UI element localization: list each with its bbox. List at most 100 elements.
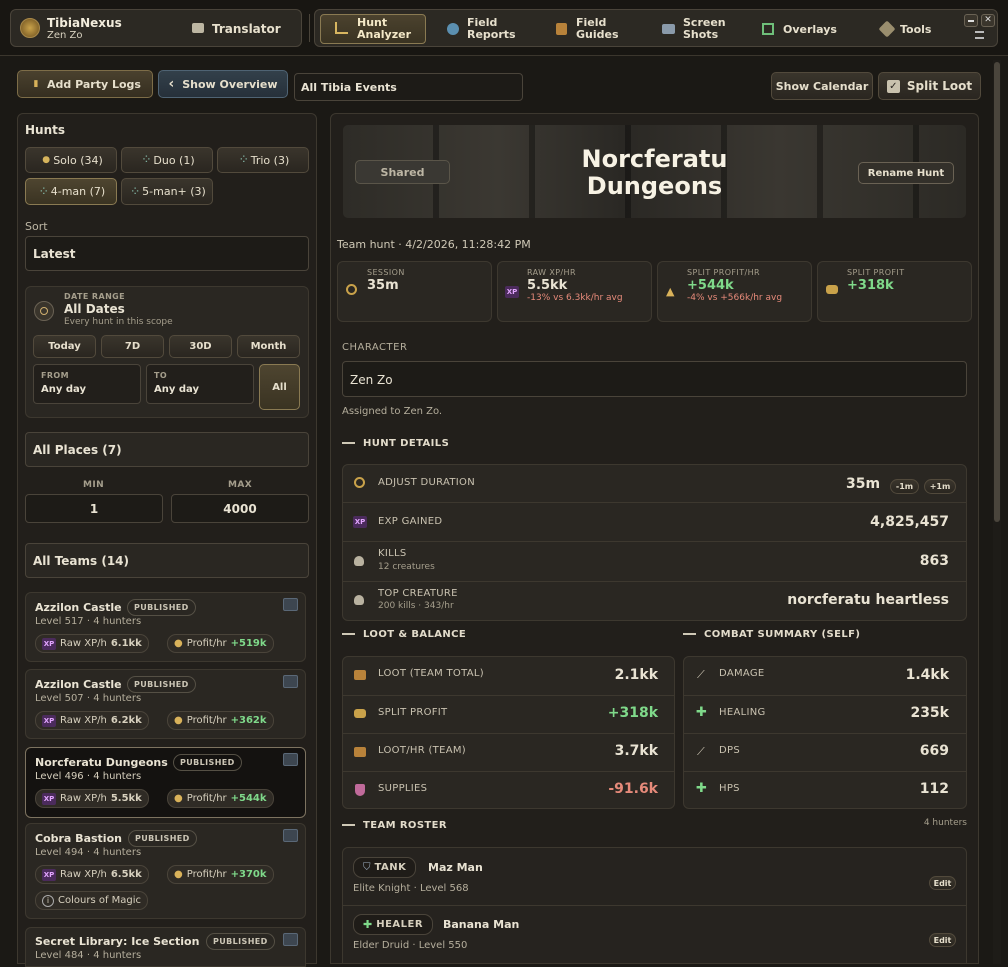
camera-icon[interactable] (283, 753, 298, 766)
tab-screen-shots[interactable]: Screen Shots (683, 17, 726, 41)
role-label: HEALER (376, 919, 424, 930)
from-value: Any day (41, 384, 86, 395)
shared-button[interactable]: Shared (355, 160, 450, 184)
duration-minus-button[interactable]: -1m (890, 479, 919, 494)
quick-7d-button[interactable]: 7D (101, 335, 164, 358)
tab-field-guides[interactable]: Field Guides (576, 17, 619, 41)
filter-duo-label: Duo (1) (153, 153, 195, 167)
date-range-value: All Dates (64, 302, 125, 316)
xp-chip-label: Raw XP/h (60, 869, 107, 880)
split-loot-label: Split Loot (906, 79, 973, 93)
min-label: MIN (83, 480, 105, 490)
show-overview-button[interactable]: ‹ Show Overview (158, 70, 288, 98)
stat-label: SESSION (367, 268, 405, 277)
show-calendar-button[interactable]: Show Calendar (771, 72, 873, 100)
filter-trio[interactable]: ⁘ Trio (3) (217, 147, 309, 173)
max-level-input[interactable]: 4000 (171, 494, 309, 523)
loot-value: 3.7kk (614, 743, 658, 759)
adjust-duration-label: ADJUST DURATION (378, 477, 475, 488)
camera-icon[interactable] (283, 598, 298, 611)
stat-card-session (337, 261, 492, 322)
sword-icon: ⟋ (697, 745, 705, 758)
camera-icon[interactable] (283, 829, 298, 842)
loot-value: +318k (607, 705, 658, 721)
filter-5-man-plus[interactable]: ⁘ 5-man+ (3) (121, 178, 213, 205)
duration-plus-button[interactable]: +1m (924, 479, 956, 494)
checkbox-icon[interactable]: ✓ (886, 79, 900, 93)
xp-chip-label: Raw XP/h (60, 793, 107, 804)
places-value: All Places (7) (33, 443, 122, 457)
coins-icon (354, 709, 366, 718)
split-loot-toggle[interactable]: ✓ Split Loot (878, 72, 981, 100)
xp-chip-label: Raw XP/h (60, 638, 107, 649)
loot-label: SPLIT PROFIT (378, 707, 448, 718)
app-logo-icon (20, 18, 40, 38)
quick-30d-button[interactable]: 30D (169, 335, 232, 358)
close-button[interactable]: ✕ (981, 14, 995, 27)
roster-vocation: Elite Knight · Level 568 (353, 883, 469, 894)
filter-4-man[interactable]: ⁘ 4-man (7) (25, 178, 117, 205)
add-party-logs-button[interactable]: ▮ Add Party Logs (17, 70, 153, 98)
divider (343, 905, 966, 906)
combat-value: 1.4kk (905, 667, 949, 683)
overlays-icon (762, 23, 774, 35)
filter-solo-label: Solo (34) (53, 153, 103, 167)
camera-icon (662, 24, 675, 34)
hunt-level: Level 484 · 4 hunters (35, 950, 142, 961)
info-icon: i (42, 894, 54, 907)
min-level-input[interactable]: 1 (25, 494, 163, 523)
xp-chip: XP Raw XP/h 5.5kk (35, 789, 149, 808)
divider (343, 502, 966, 503)
stat-label: RAW XP/HR (527, 268, 576, 277)
xp-icon: XP (353, 516, 367, 528)
xp-chip-value: 6.2kk (110, 715, 142, 726)
quick-today-button[interactable]: Today (33, 335, 96, 358)
translator-button[interactable]: Translator (212, 22, 281, 36)
filter-trio-label: Trio (3) (250, 153, 290, 167)
kills-value: 863 (919, 553, 949, 569)
rename-hunt-button[interactable]: Rename Hunt (858, 162, 954, 184)
xp-icon: XP (42, 714, 56, 727)
profit-chip: ● Profit/hr +362k (167, 711, 274, 730)
profit-chip-label: Profit/hr (186, 869, 227, 880)
combat-summary-title: COMBAT SUMMARY (SELF) (683, 629, 860, 640)
chart-icon (335, 22, 348, 34)
xp-chip: XP Raw XP/h 6.1kk (35, 634, 149, 653)
profit-chip-label: Profit/hr (186, 715, 227, 726)
loot-label: SUPPLIES (378, 783, 428, 794)
divider (343, 733, 674, 734)
hunts-title: Hunts (25, 123, 66, 137)
profit-chip-label: Profit/hr (186, 638, 227, 649)
xp-icon: XP (42, 868, 56, 881)
filter-duo[interactable]: ⁘ Duo (1) (121, 147, 213, 173)
edit-button[interactable]: Edit (929, 876, 956, 890)
assigned-note: Assigned to Zen Zo. (342, 406, 443, 417)
roster-vocation: Elder Druid · Level 550 (353, 940, 468, 951)
clock-icon (354, 477, 365, 488)
tab-tools[interactable]: Tools (900, 23, 931, 36)
clock-icon (34, 301, 54, 321)
filter-solo[interactable]: ● Solo (34) (25, 147, 117, 173)
tab-field-reports[interactable]: Field Reports (467, 17, 516, 41)
status-badge: PUBLISHED (127, 676, 196, 693)
combat-label: DAMAGE (719, 668, 765, 679)
roster-name: Banana Man (443, 918, 520, 931)
camera-icon[interactable] (283, 675, 298, 688)
top-creature-label: TOP CREATURE (378, 588, 458, 599)
minimize-button[interactable] (964, 14, 978, 27)
scrollbar-thumb[interactable] (994, 62, 1000, 522)
event-tag-chip: i Colours of Magic (35, 891, 149, 910)
menu-icon[interactable] (975, 31, 984, 39)
top-creature-sub: 200 kills · 343/hr (378, 601, 454, 611)
group-icon: ⁘ (239, 155, 248, 165)
xp-chip-value: 6.5kk (110, 869, 142, 880)
profit-chip-value: +544k (230, 793, 267, 804)
combat-value: 112 (919, 781, 949, 797)
edit-button[interactable]: Edit (929, 933, 956, 947)
profit-chip: ● Profit/hr +544k (167, 789, 274, 808)
tab-overlays[interactable]: Overlays (783, 23, 837, 36)
character-select[interactable] (342, 361, 967, 397)
all-dates-button[interactable]: All (259, 364, 300, 410)
quick-month-button[interactable]: Month (237, 335, 300, 358)
camera-icon[interactable] (283, 933, 298, 946)
